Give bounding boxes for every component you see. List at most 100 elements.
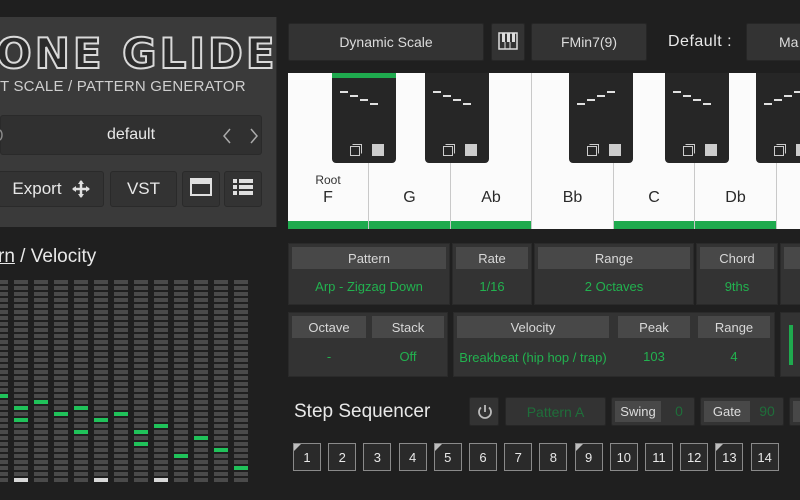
step-button-1[interactable]: 1 bbox=[293, 443, 321, 471]
grid-cell[interactable] bbox=[74, 304, 88, 308]
grid-cell[interactable] bbox=[194, 406, 208, 410]
grid-cell[interactable] bbox=[134, 310, 148, 314]
grid-cell[interactable] bbox=[0, 454, 8, 458]
grid-cell[interactable] bbox=[74, 280, 88, 284]
grid-cell[interactable] bbox=[114, 448, 128, 452]
grid-cell[interactable] bbox=[134, 316, 148, 320]
vst-button[interactable]: VST bbox=[110, 171, 177, 207]
grid-cell[interactable] bbox=[94, 454, 108, 458]
grid-cell[interactable] bbox=[174, 298, 188, 302]
grid-cell[interactable] bbox=[74, 382, 88, 386]
grid-cell[interactable] bbox=[214, 376, 228, 380]
grid-cell[interactable] bbox=[54, 370, 68, 374]
grid-cell[interactable] bbox=[194, 400, 208, 404]
grid-cell[interactable] bbox=[34, 466, 48, 470]
grid-cell[interactable] bbox=[74, 448, 88, 452]
grid-cell[interactable] bbox=[0, 388, 8, 392]
grid-cell[interactable] bbox=[0, 304, 8, 308]
grid-cell[interactable] bbox=[114, 376, 128, 380]
grid-cell[interactable] bbox=[234, 334, 248, 338]
grid-cell[interactable] bbox=[14, 328, 28, 332]
grid-cell[interactable] bbox=[134, 388, 148, 392]
grid-cell[interactable] bbox=[114, 346, 128, 350]
grid-cell[interactable] bbox=[154, 370, 168, 374]
grid-cell[interactable] bbox=[94, 316, 108, 320]
grid-cell[interactable] bbox=[174, 340, 188, 344]
grid-cell[interactable] bbox=[154, 442, 168, 446]
grid-cell[interactable] bbox=[174, 478, 188, 482]
grid-cell[interactable] bbox=[34, 442, 48, 446]
grid-cell[interactable] bbox=[14, 370, 28, 374]
grid-cell[interactable] bbox=[0, 382, 8, 386]
grid-cell[interactable] bbox=[114, 388, 128, 392]
grid-cell[interactable] bbox=[214, 358, 228, 362]
grid-cell[interactable] bbox=[154, 328, 168, 332]
grid-cell[interactable] bbox=[74, 424, 88, 428]
grid-cell[interactable] bbox=[114, 370, 128, 374]
grid-cell[interactable] bbox=[214, 460, 228, 464]
grid-cell[interactable] bbox=[14, 394, 28, 398]
step-button-5[interactable]: 5 bbox=[433, 443, 462, 471]
grid-cell[interactable] bbox=[34, 310, 48, 314]
step-button-13[interactable]: 13 bbox=[715, 443, 744, 471]
grid-cell[interactable] bbox=[0, 358, 8, 362]
grid-cell[interactable] bbox=[0, 406, 8, 410]
grid-cell[interactable] bbox=[214, 334, 228, 338]
grid-cell[interactable] bbox=[174, 424, 188, 428]
grid-cell[interactable] bbox=[14, 412, 28, 416]
grid-cell[interactable] bbox=[214, 310, 228, 314]
grid-cell[interactable] bbox=[74, 388, 88, 392]
grid-cell[interactable] bbox=[114, 436, 128, 440]
grid-cell[interactable] bbox=[154, 352, 168, 356]
grid-cell[interactable] bbox=[134, 322, 148, 326]
stack-param[interactable]: Stack Off bbox=[370, 312, 448, 377]
grid-cell[interactable] bbox=[34, 418, 48, 422]
grid-cell[interactable] bbox=[94, 280, 108, 284]
grid-cell[interactable] bbox=[174, 466, 188, 470]
default-dropdown[interactable]: Ma bbox=[746, 23, 800, 61]
grid-cell[interactable] bbox=[74, 436, 88, 440]
step-button-8[interactable]: 8 bbox=[539, 443, 568, 471]
grid-cell[interactable] bbox=[74, 298, 88, 302]
grid-cell[interactable] bbox=[54, 280, 68, 284]
grid-cell[interactable] bbox=[154, 280, 168, 284]
peak-param[interactable]: Peak 103 bbox=[616, 312, 694, 377]
grid-cell[interactable] bbox=[114, 430, 128, 434]
grid-cell[interactable] bbox=[234, 478, 248, 482]
grid-cell[interactable] bbox=[234, 286, 248, 290]
grid-cell[interactable] bbox=[0, 418, 8, 422]
grid-cell[interactable] bbox=[214, 388, 228, 392]
export-button[interactable]: Export bbox=[0, 171, 104, 207]
piano-toggle-button[interactable] bbox=[491, 23, 525, 61]
grid-cell[interactable] bbox=[194, 442, 208, 446]
grid-cell[interactable] bbox=[94, 466, 108, 470]
grid-cell[interactable] bbox=[54, 322, 68, 326]
grid-cell[interactable] bbox=[0, 310, 8, 314]
grid-cell[interactable] bbox=[34, 280, 48, 284]
grid-cell[interactable] bbox=[234, 400, 248, 404]
grid-cell[interactable] bbox=[234, 430, 248, 434]
grid-cell[interactable] bbox=[74, 352, 88, 356]
copy-icon[interactable] bbox=[443, 141, 455, 156]
grid-cell[interactable] bbox=[154, 310, 168, 314]
grid-cell[interactable] bbox=[154, 298, 168, 302]
grid-cell[interactable] bbox=[174, 334, 188, 338]
grid-cell[interactable] bbox=[94, 406, 108, 410]
step-button-6[interactable]: 6 bbox=[469, 443, 497, 471]
grid-cell[interactable] bbox=[74, 286, 88, 290]
grid-cell[interactable] bbox=[34, 298, 48, 302]
active-note-cell[interactable] bbox=[174, 454, 188, 458]
grid-cell[interactable] bbox=[114, 394, 128, 398]
grid-cell[interactable] bbox=[234, 418, 248, 422]
grid-cell[interactable] bbox=[194, 376, 208, 380]
grid-cell[interactable] bbox=[34, 454, 48, 458]
grid-cell[interactable] bbox=[174, 388, 188, 392]
grid-cell[interactable] bbox=[214, 328, 228, 332]
grid-cell[interactable] bbox=[214, 430, 228, 434]
grid-cell[interactable] bbox=[234, 304, 248, 308]
grid-cell[interactable] bbox=[114, 316, 128, 320]
grid-cell[interactable] bbox=[34, 304, 48, 308]
grid-cell[interactable] bbox=[114, 454, 128, 458]
grid-cell[interactable] bbox=[14, 466, 28, 470]
grid-cell[interactable] bbox=[14, 286, 28, 290]
